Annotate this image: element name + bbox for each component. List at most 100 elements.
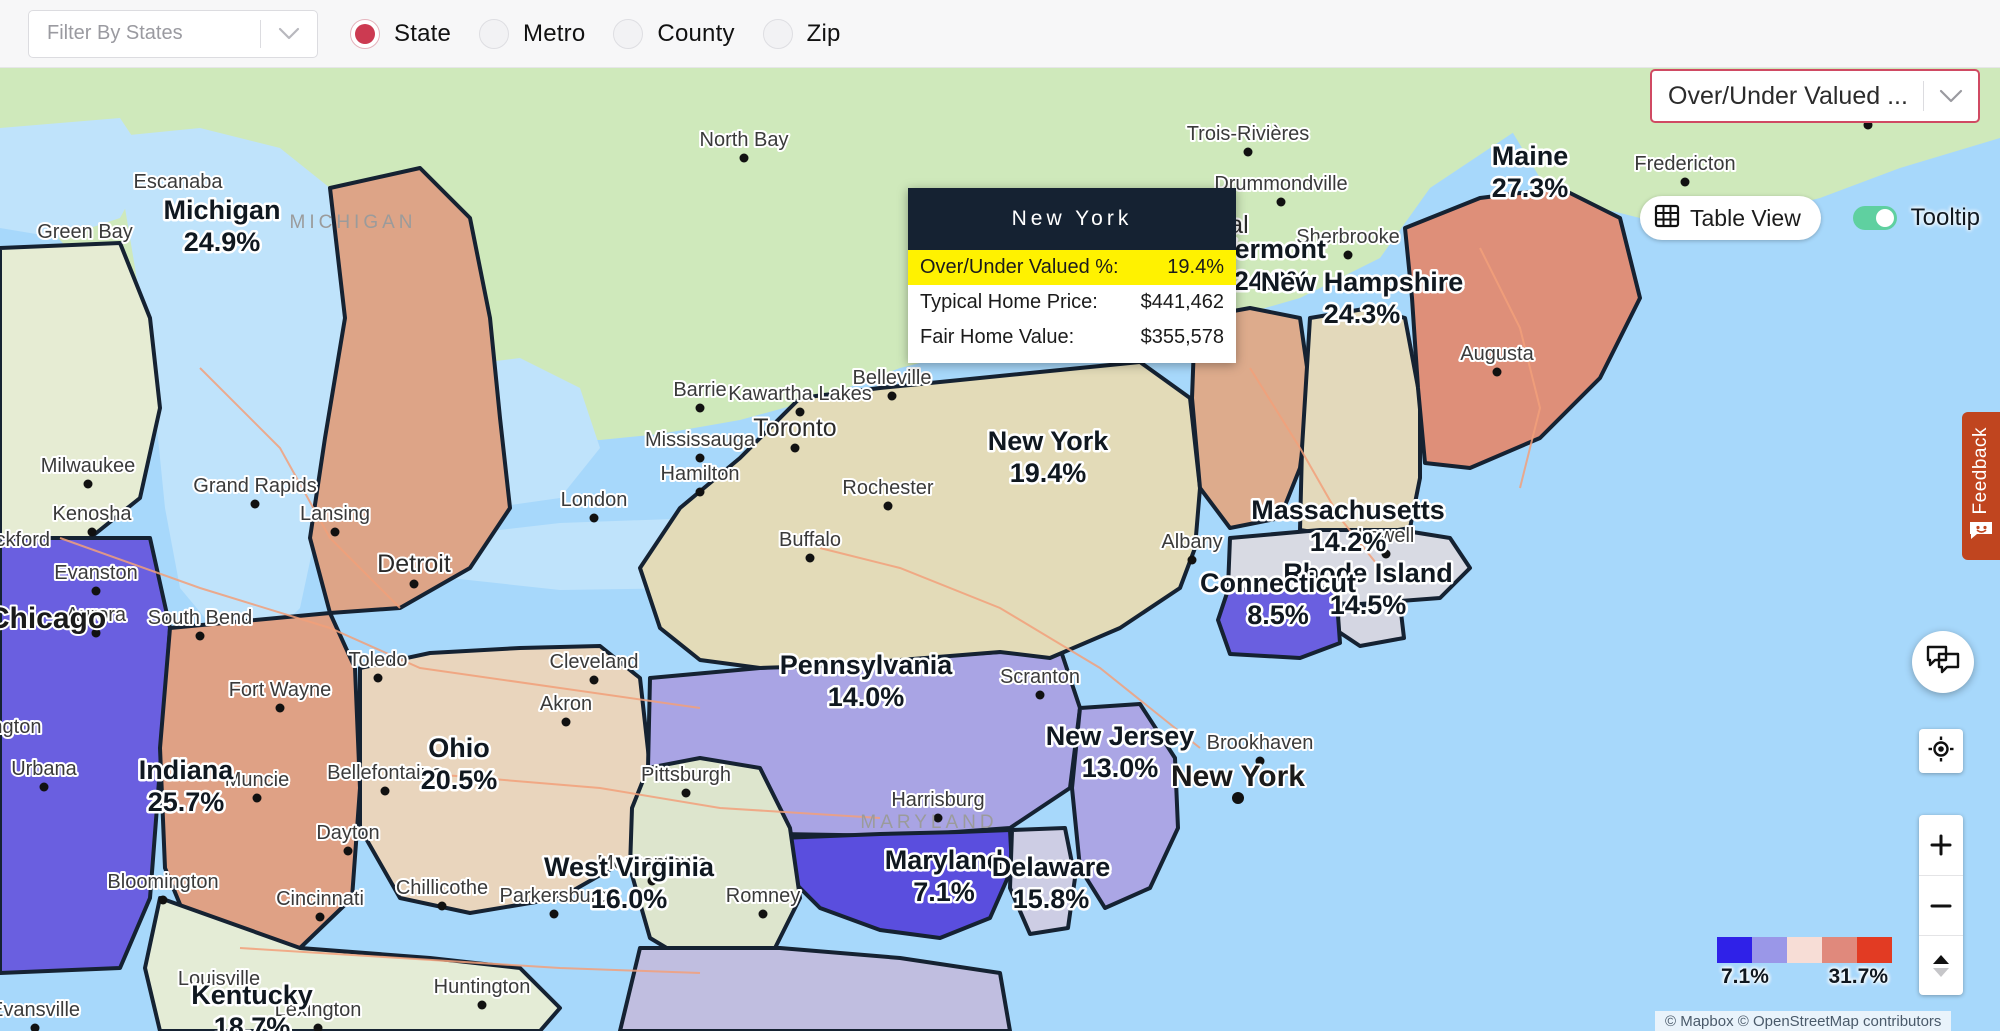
feedback-tab[interactable]: Feedback <box>1962 412 2000 560</box>
city-label: Kenosha <box>53 503 133 525</box>
city-label: Akron <box>540 693 592 715</box>
state-value-label: 19.4% <box>1010 458 1087 488</box>
tooltip-label-fair-home-value: Fair Home Value: <box>920 326 1075 348</box>
feedback-label: Feedback <box>1970 426 1991 515</box>
city-label: Buffalo <box>779 529 841 551</box>
radio-dot-metro[interactable] <box>479 18 510 49</box>
zoom-in-button[interactable] <box>1919 815 1963 875</box>
state-name-label: New York <box>988 426 1110 456</box>
city-dot <box>739 153 749 163</box>
radio-option-county[interactable]: County <box>603 18 744 49</box>
city-label: Grand Rapids <box>193 475 316 497</box>
filter-by-states-placeholder: Filter By States <box>47 22 183 44</box>
state-value-label: 7.1% <box>913 877 975 907</box>
city-label: Urbana <box>11 758 77 780</box>
city-dot <box>1276 197 1286 207</box>
radio-dot-county[interactable] <box>613 18 644 49</box>
state-name-label: Ohio <box>428 733 490 763</box>
table-view-label: Table View <box>1690 204 1801 231</box>
table-view-button[interactable]: Table View <box>1640 196 1821 240</box>
color-scale-legend: 7.1% 31.7% <box>1717 937 1892 989</box>
chat-button[interactable] <box>1912 631 1974 693</box>
geo-level-radio-group: State Metro County Zip <box>340 18 859 49</box>
state-value-label: 16.0% <box>591 884 668 914</box>
state-name-label: Connecticut <box>1200 568 1356 598</box>
legend-min-label: 7.1% <box>1721 965 1769 988</box>
filter-by-states-select[interactable]: Filter By States <box>28 9 318 58</box>
chevron-down-icon[interactable] <box>261 27 317 41</box>
city-label: Romney <box>726 885 800 907</box>
city-dot <box>1343 250 1353 260</box>
map-attribution: © Mapbox © OpenStreetMap contributors <box>1655 1011 1952 1031</box>
tooltip-toggle-switch[interactable] <box>1852 206 1897 230</box>
state-value-label: 24.9% <box>184 227 261 257</box>
city-dot <box>315 912 325 922</box>
city-dot <box>91 586 101 596</box>
map-tooltip: New York Over/Under Valued %: 19.4% Typi… <box>908 188 1236 363</box>
city-dot <box>437 901 447 911</box>
city-label: Kawartha Lakes <box>728 383 871 405</box>
zoom-out-button[interactable] <box>1919 875 1963 935</box>
legend-swatches <box>1717 937 1892 963</box>
city-dot <box>790 443 800 453</box>
legend-swatch-1 <box>1752 937 1787 963</box>
tooltip-value-over-under-valued: 19.4% <box>1167 256 1224 278</box>
city-label: Pittsburgh <box>641 764 731 786</box>
data-point-select[interactable]: Over/Under Valued ... <box>1650 69 1980 123</box>
radio-dot-state[interactable] <box>350 18 380 49</box>
city-label: South Bend <box>148 607 253 629</box>
radio-label-state: State <box>394 19 452 47</box>
chevron-down-icon[interactable] <box>1924 89 1978 104</box>
city-dot <box>589 513 599 523</box>
city-dot <box>883 501 893 511</box>
city-label: Milwaukee <box>41 455 135 477</box>
locate-crosshair-icon <box>1928 736 1954 767</box>
legend-swatch-0 <box>1717 937 1752 963</box>
state-name-label: West Virginia <box>544 852 715 882</box>
city-label: Toledo <box>349 649 408 671</box>
state-name-label: Kentucky <box>191 980 313 1010</box>
radio-option-state[interactable]: State <box>340 18 461 49</box>
city-label: North Bay <box>700 129 789 151</box>
feedback-smiley-icon <box>1968 520 1994 545</box>
state-value-label: 18.7% <box>214 1012 291 1031</box>
city-label: Arlington <box>0 716 41 738</box>
city-label: Brookhaven <box>1207 732 1314 754</box>
state-value-label: 14.0% <box>828 682 905 712</box>
radio-label-zip: Zip <box>806 19 841 47</box>
city-label: Lansing <box>300 503 370 525</box>
radio-option-zip[interactable]: Zip <box>753 18 851 49</box>
city-label: Escanaba <box>134 171 224 193</box>
city-dot <box>695 487 705 497</box>
zoom-controls <box>1919 815 1963 995</box>
city-label: Cincinnati <box>276 888 364 910</box>
tilt-pitch-control[interactable] <box>1919 935 1963 995</box>
tooltip-row-typical-home-price: Typical Home Price: $441,462 <box>908 285 1236 320</box>
state-shape-wisconsin <box>0 241 162 540</box>
state-value-label: 27.3% <box>1492 173 1569 203</box>
tooltip-body: Over/Under Valued %: 19.4% Typical Home … <box>908 250 1236 363</box>
state-name-label: New Hampshire <box>1261 267 1464 297</box>
locate-me-button[interactable] <box>1919 729 1963 773</box>
tooltip-title: New York <box>908 188 1236 250</box>
city-dot <box>252 793 262 803</box>
city-label: Mississauga <box>645 429 756 451</box>
city-dot <box>549 909 559 919</box>
legend-labels: 7.1% 31.7% <box>1717 965 1892 989</box>
city-dot <box>87 527 97 537</box>
city-label: New York <box>1171 760 1305 793</box>
city-dot <box>681 788 691 798</box>
city-dot <box>887 391 897 401</box>
state-value-label: 14.2% <box>1310 527 1387 557</box>
radio-option-metro[interactable]: Metro <box>469 18 595 49</box>
city-label: Albany <box>1161 531 1222 553</box>
city-label: Evansville <box>0 999 80 1021</box>
city-label: Detroit <box>377 550 451 578</box>
state-value-label: 8.5% <box>1247 600 1309 630</box>
city-dot <box>195 631 205 641</box>
city-label: Hamilton <box>661 463 740 485</box>
city-dot <box>1680 177 1690 187</box>
radio-dot-zip[interactable] <box>762 18 793 49</box>
legend-swatch-4 <box>1857 937 1892 963</box>
state-value-label: 13.0% <box>1082 753 1159 783</box>
